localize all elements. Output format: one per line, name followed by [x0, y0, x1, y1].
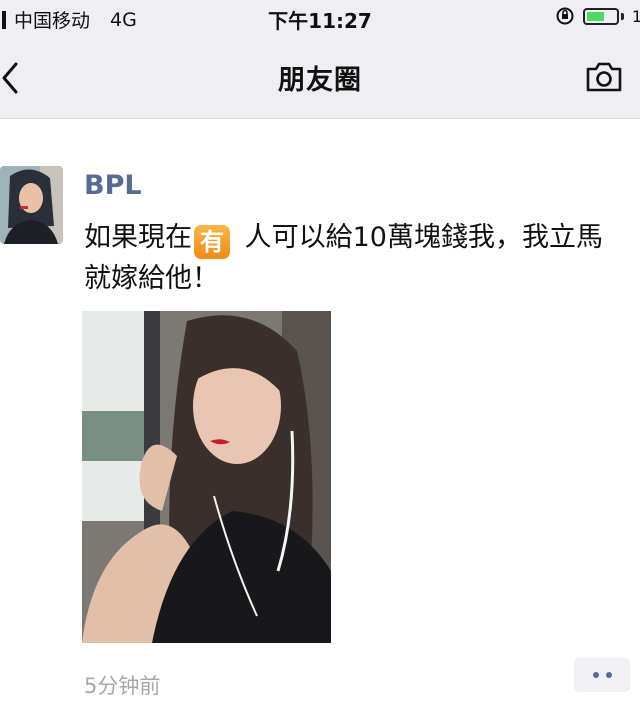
post-timestamp: 5分钟前 [84, 674, 161, 698]
more-dot-icon [605, 672, 612, 678]
avatar[interactable] [0, 166, 63, 244]
page-title: 朋友圈 [278, 65, 362, 96]
camera-icon[interactable] [584, 60, 624, 94]
status-bar: 中国移动 4G 下午11:27 1 [0, 0, 640, 36]
post-text-part1: 如果現在 [84, 222, 192, 253]
battery-tip [620, 12, 624, 20]
comment-more-button[interactable] [574, 658, 630, 692]
status-time: 下午11:27 [268, 9, 372, 33]
orientation-lock-icon [555, 6, 575, 26]
moment-post: BPL 如果現在有 人可以給10萬塊錢我，我立馬就嫁給他！ 5分钟前 [0, 118, 640, 719]
status-trailing-text: 1 [631, 6, 640, 26]
battery-icon [582, 7, 619, 25]
emoji-you-badge: 有 [194, 225, 230, 259]
top-bar: 中国移动 4G 下午11:27 1 朋友圈 [0, 0, 640, 119]
post-text: 如果現在有 人可以給10萬塊錢我，我立馬就嫁給他！ [84, 218, 624, 298]
post-username[interactable]: BPL [84, 170, 142, 201]
nav-bar: 朋友圈 [0, 36, 640, 118]
more-dot-icon [592, 672, 599, 678]
post-photo[interactable] [82, 311, 331, 643]
battery-area: 1 [555, 6, 640, 26]
